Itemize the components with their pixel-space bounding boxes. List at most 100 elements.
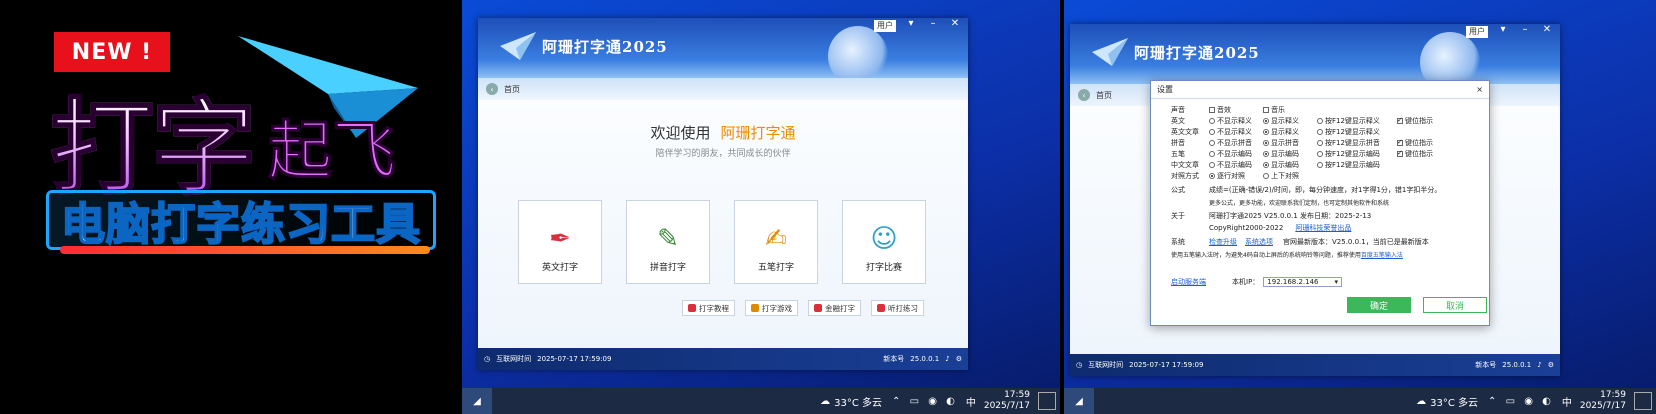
radio-option[interactable]: 上下对照 — [1263, 171, 1309, 181]
window-controls: 用户 ▾ – ✕ — [1466, 24, 1554, 38]
clock-icon: ◷ — [484, 355, 491, 363]
back-icon[interactable]: ‹ — [486, 83, 498, 95]
user-button[interactable]: 用户 — [874, 20, 896, 32]
game-icon — [751, 304, 759, 312]
taskbar-clock[interactable]: 17:59 2025/7/17 — [984, 390, 1030, 412]
book-icon — [688, 304, 696, 312]
tile-wubi[interactable]: ✍ 五笔打字 — [734, 200, 818, 284]
ime-link[interactable]: 百度五笔输入法 — [1361, 250, 1403, 259]
ip-select[interactable]: 192.168.2.146 ▾ — [1263, 277, 1343, 287]
link-tutorial[interactable]: 打字教程 — [682, 300, 735, 316]
radio-option[interactable]: 显示编码 — [1263, 160, 1309, 170]
ime-indicator[interactable]: 中 — [966, 394, 976, 409]
window-title: 阿珊打字通2025 — [542, 38, 668, 56]
taskbar: ◢ ☁ 33°C 多云 ⌃ ▭ ◉ ◐ 中 17:59 2025/7/17 — [462, 388, 1060, 414]
version-value: 25.0.0.1 — [910, 355, 940, 363]
option-label: 显示释义 — [1271, 128, 1299, 136]
checkbox-option[interactable]: 键位指示 — [1397, 138, 1443, 148]
radio-option[interactable]: 显示编码 — [1263, 149, 1309, 159]
weather[interactable]: ☁ 33°C 多云 — [1416, 394, 1478, 409]
radio-option[interactable]: 不显示拼音 — [1209, 138, 1255, 148]
menu-dropdown-icon[interactable]: ▾ — [1496, 24, 1510, 38]
checkbox-option[interactable]: 音乐 — [1263, 105, 1309, 115]
radio-option[interactable]: 按F12键显示编码 — [1317, 149, 1389, 159]
radio-option[interactable]: 显示释义 — [1263, 116, 1309, 126]
radio-option[interactable]: 显示释义 — [1263, 127, 1309, 137]
checkbox-option[interactable]: 键位指示 — [1397, 116, 1443, 126]
tray-icons[interactable]: ⌃ ▭ ◉ ◐ — [892, 396, 958, 407]
radio-icon — [1209, 140, 1215, 146]
app-window-main: 阿珊打字通2025 用户 ▾ – ✕ ‹ 首页 欢迎使用 阿珊打字通 陪伴学习的朋… — [478, 18, 968, 370]
tile-english[interactable]: ✒ 英文打字 — [518, 200, 602, 284]
start-button[interactable]: ◢ — [1064, 388, 1094, 414]
pinyin-icon: ✎ — [657, 224, 679, 254]
weather-text: 33°C 多云 — [1430, 397, 1479, 409]
system-options-link[interactable]: 系统选项 — [1245, 237, 1273, 247]
cancel-button[interactable]: 取消 — [1423, 297, 1487, 313]
update-message: 官网最新版本：V25.0.0.1，当前已是最新版本 — [1283, 238, 1429, 246]
option-label: 不显示编码 — [1217, 161, 1252, 169]
ok-button[interactable]: 确定 — [1347, 297, 1411, 313]
option-label: 不显示释义 — [1217, 117, 1252, 125]
tile-pinyin[interactable]: ✎ 拼音打字 — [626, 200, 710, 284]
option-label: 按F12键显示编码 — [1325, 161, 1380, 169]
option-label: 按F12键显示编码 — [1325, 150, 1380, 158]
check-update-link[interactable]: 检查升级 — [1209, 237, 1237, 247]
link-dictation[interactable]: 听打练习 — [871, 300, 924, 316]
app-logo-icon — [1092, 38, 1128, 66]
checkbox-option[interactable]: 音效 — [1209, 105, 1255, 115]
radio-option[interactable]: 显示拼音 — [1263, 138, 1309, 148]
close-button[interactable]: ✕ — [948, 18, 962, 32]
radio-icon — [1209, 173, 1215, 179]
window-controls: 用户 ▾ – ✕ — [874, 18, 962, 32]
link-games[interactable]: 打字游戏 — [745, 300, 798, 316]
notification-icon[interactable] — [1634, 392, 1652, 410]
tile-label: 拼音打字 — [649, 263, 686, 273]
radio-option[interactable]: 逐行对照 — [1209, 171, 1255, 181]
weather[interactable]: ☁ 33°C 多云 — [820, 394, 882, 409]
app-window-settings: 阿珊打字通2025 用户 ▾ – ✕ ‹ 首页 ◷ 互联网时间 2025-07-… — [1070, 24, 1560, 376]
settings-gear-icon[interactable]: ⚙ — [1548, 361, 1554, 369]
notification-icon[interactable] — [1038, 392, 1056, 410]
option-label: 上下对照 — [1271, 172, 1299, 180]
breadcrumb-home[interactable]: 首页 — [1096, 90, 1112, 101]
radio-option[interactable]: 按F12键显示编码 — [1317, 160, 1389, 170]
radio-option[interactable]: 不显示编码 — [1209, 160, 1255, 170]
welcome-prefix: 欢迎使用 — [650, 124, 711, 142]
radio-option[interactable]: 按F12键显示释义 — [1317, 127, 1389, 137]
start-server-link[interactable]: 启动服务端 — [1171, 277, 1206, 287]
menu-dropdown-icon[interactable]: ▾ — [904, 18, 918, 32]
radio-option[interactable]: 不显示释义 — [1209, 127, 1255, 137]
close-button[interactable]: ✕ — [1540, 24, 1554, 38]
finance-icon — [814, 304, 822, 312]
dialog-close-icon[interactable]: × — [1476, 85, 1483, 94]
link-finance[interactable]: 金融打字 — [808, 300, 861, 316]
company-link[interactable]: 阿珊科技荣誉出品 — [1295, 223, 1351, 233]
tray-icons[interactable]: ⌃ ▭ ◉ ◐ — [1488, 396, 1554, 407]
app-logo-icon — [500, 32, 536, 60]
settings-gear-icon[interactable]: ⚙ — [956, 355, 962, 363]
radio-option[interactable]: 不显示编码 — [1209, 149, 1255, 159]
radio-option[interactable]: 按F12键显示拼音 — [1317, 138, 1389, 148]
window-header: 阿珊打字通2025 用户 ▾ – ✕ — [478, 18, 968, 86]
volume-icon[interactable]: ♪ — [945, 355, 949, 363]
cloud-icon: ☁ — [820, 395, 831, 407]
volume-icon[interactable]: ♪ — [1537, 361, 1541, 369]
radio-option[interactable]: 按F12键显示释义 — [1317, 116, 1389, 126]
row-key: 公式 — [1171, 186, 1185, 194]
tile-contest[interactable]: ☺ 打字比赛 — [842, 200, 926, 284]
radio-option[interactable]: 不显示释义 — [1209, 116, 1255, 126]
radio-icon — [1209, 151, 1215, 157]
row-key: 英文文章 — [1171, 128, 1199, 136]
back-icon[interactable]: ‹ — [1078, 89, 1090, 101]
ime-indicator[interactable]: 中 — [1562, 394, 1572, 409]
checkbox-option[interactable]: 键位指示 — [1397, 149, 1443, 159]
taskbar-clock[interactable]: 17:59 2025/7/17 — [1580, 390, 1626, 412]
settings-dialog: 设置 × 声音音效音乐英文不显示释义显示释义按F12键显示释义键位指示英文文章不… — [1150, 80, 1490, 326]
start-button[interactable]: ◢ — [462, 388, 492, 414]
minimize-button[interactable]: – — [926, 18, 940, 32]
minimize-button[interactable]: – — [1518, 24, 1532, 38]
option-label: 音乐 — [1271, 106, 1285, 114]
breadcrumb-home[interactable]: 首页 — [504, 84, 520, 95]
user-button[interactable]: 用户 — [1466, 26, 1488, 38]
